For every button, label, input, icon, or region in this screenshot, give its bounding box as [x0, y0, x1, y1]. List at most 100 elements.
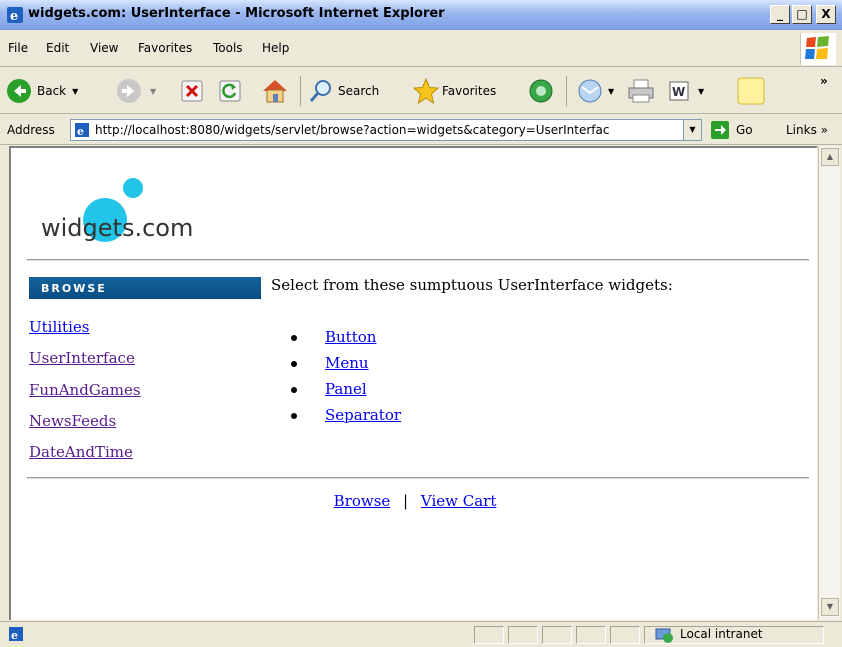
- status-panel: [576, 626, 606, 644]
- security-zone-label: Local intranet: [680, 627, 763, 641]
- favorites-star-icon: [412, 77, 440, 105]
- go-button[interactable]: Go: [710, 120, 753, 140]
- refresh-icon: [219, 80, 241, 102]
- stop-button[interactable]: [180, 76, 204, 106]
- scroll-down-icon[interactable]: ▼: [821, 598, 839, 616]
- category-link-utilities[interactable]: Utilities: [29, 318, 89, 336]
- footer-nav: Browse | View Cart: [11, 492, 817, 510]
- bullet-icon: [291, 387, 297, 393]
- address-dropdown-icon[interactable]: ▼: [683, 120, 701, 140]
- vertical-scrollbar[interactable]: ▲ ▼: [818, 146, 840, 620]
- header-divider: [27, 259, 809, 261]
- maximize-button[interactable]: □: [792, 5, 812, 24]
- category-link-newsfeeds[interactable]: NewsFeeds: [29, 412, 116, 430]
- svg-text:e: e: [11, 629, 18, 642]
- category-link-funandgames[interactable]: FunAndGames: [29, 381, 141, 399]
- toolbar: Back ▼ ▼ Search Favorites ▼ W ▼ »: [0, 68, 842, 114]
- status-panel: [508, 626, 538, 644]
- toolbar-separator: [300, 76, 301, 106]
- scroll-up-icon[interactable]: ▲: [821, 148, 839, 166]
- home-icon: [263, 80, 287, 103]
- menu-tools[interactable]: Tools: [213, 41, 243, 55]
- go-arrow-icon: [711, 121, 729, 139]
- menu-bar: File Edit View Favorites Tools Help: [0, 31, 842, 67]
- printer-icon: [628, 79, 654, 103]
- widget-list: Button Menu Panel Separator: [291, 328, 401, 432]
- svg-text:e: e: [77, 125, 84, 138]
- widget-link-button[interactable]: Button: [325, 328, 376, 346]
- minimize-button[interactable]: _: [770, 5, 790, 24]
- status-panel: [474, 626, 504, 644]
- menu-edit[interactable]: Edit: [46, 41, 69, 55]
- bullet-icon: [291, 361, 297, 367]
- menu-file[interactable]: File: [8, 41, 28, 55]
- search-icon: [309, 80, 331, 102]
- menu-favorites[interactable]: Favorites: [138, 41, 192, 55]
- intro-text: Select from these sumptuous UserInterfac…: [271, 276, 673, 294]
- mail-button[interactable]: ▼: [576, 76, 614, 106]
- edit-dropdown-icon[interactable]: ▼: [698, 87, 704, 96]
- status-panel: [542, 626, 572, 644]
- windows-logo-icon: [800, 33, 836, 65]
- footer-view-cart-link[interactable]: View Cart: [421, 492, 496, 510]
- footer-divider: [27, 477, 809, 479]
- list-item: Panel: [291, 380, 367, 406]
- intranet-icon: [655, 628, 673, 643]
- refresh-button[interactable]: [218, 76, 242, 106]
- menu-help[interactable]: Help: [262, 41, 289, 55]
- page-status-icon: e: [9, 627, 23, 642]
- bullet-icon: [291, 413, 297, 419]
- stop-icon: [181, 80, 203, 102]
- site-logo: widgets.com: [31, 168, 231, 248]
- menu-view[interactable]: View: [90, 41, 118, 55]
- status-panel: [610, 626, 640, 644]
- edit-button[interactable]: W ▼: [668, 76, 704, 106]
- browse-header: BROWSE: [29, 277, 261, 299]
- address-label: Address: [7, 123, 55, 137]
- forward-dropdown-icon[interactable]: ▼: [150, 87, 156, 96]
- svg-text:e: e: [10, 9, 18, 24]
- list-item: Separator: [291, 406, 401, 432]
- mail-dropdown-icon[interactable]: ▼: [608, 87, 614, 96]
- page-icon: e: [75, 123, 89, 138]
- page-content: widgets.com BROWSE Utilities UserInterfa…: [9, 146, 817, 620]
- footer-separator: |: [403, 492, 409, 510]
- media-icon: [529, 79, 553, 103]
- forward-button[interactable]: ▼: [116, 76, 156, 106]
- back-button[interactable]: Back ▼: [6, 76, 78, 106]
- note-icon: [737, 77, 765, 105]
- window-title: widgets.com: UserInterface - Microsoft I…: [28, 6, 445, 21]
- toolbar-separator: [566, 76, 567, 106]
- home-button[interactable]: [260, 76, 290, 106]
- toolbar-overflow-icon[interactable]: »: [820, 74, 828, 88]
- links-button[interactable]: Links »: [786, 123, 828, 137]
- footer-browse-link[interactable]: Browse: [334, 492, 391, 510]
- close-button[interactable]: X: [816, 5, 836, 24]
- widget-link-panel[interactable]: Panel: [325, 380, 367, 398]
- title-bar: e widgets.com: UserInterface - Microsoft…: [0, 0, 842, 30]
- print-button[interactable]: [626, 76, 656, 106]
- status-bar: e Local intranet: [0, 621, 842, 647]
- widget-link-menu[interactable]: Menu: [325, 354, 369, 372]
- search-button[interactable]: Search: [308, 76, 379, 106]
- widget-link-separator[interactable]: Separator: [325, 406, 401, 424]
- forward-arrow-icon: [117, 79, 141, 103]
- address-url: http://localhost:8080/widgets/servlet/br…: [95, 123, 610, 137]
- mail-icon: [578, 79, 602, 103]
- word-icon: W: [669, 81, 689, 101]
- list-item: Button: [291, 328, 376, 354]
- bullet-icon: [291, 335, 297, 341]
- back-arrow-icon: [7, 79, 31, 103]
- back-dropdown-icon[interactable]: ▼: [72, 87, 78, 96]
- favorites-button[interactable]: Favorites: [412, 76, 496, 106]
- logo-text: widgets.com: [41, 214, 194, 242]
- address-input[interactable]: e http://localhost:8080/widgets/servlet/…: [70, 119, 702, 141]
- media-button[interactable]: [528, 76, 554, 106]
- category-link-dateandtime[interactable]: DateAndTime: [29, 443, 133, 461]
- address-bar: Address e http://localhost:8080/widgets/…: [0, 115, 842, 145]
- svg-text:W: W: [672, 85, 685, 99]
- category-link-userinterface[interactable]: UserInterface: [29, 349, 135, 367]
- list-item: Menu: [291, 354, 369, 380]
- discuss-button[interactable]: [736, 76, 766, 106]
- ie-icon: e: [7, 7, 23, 24]
